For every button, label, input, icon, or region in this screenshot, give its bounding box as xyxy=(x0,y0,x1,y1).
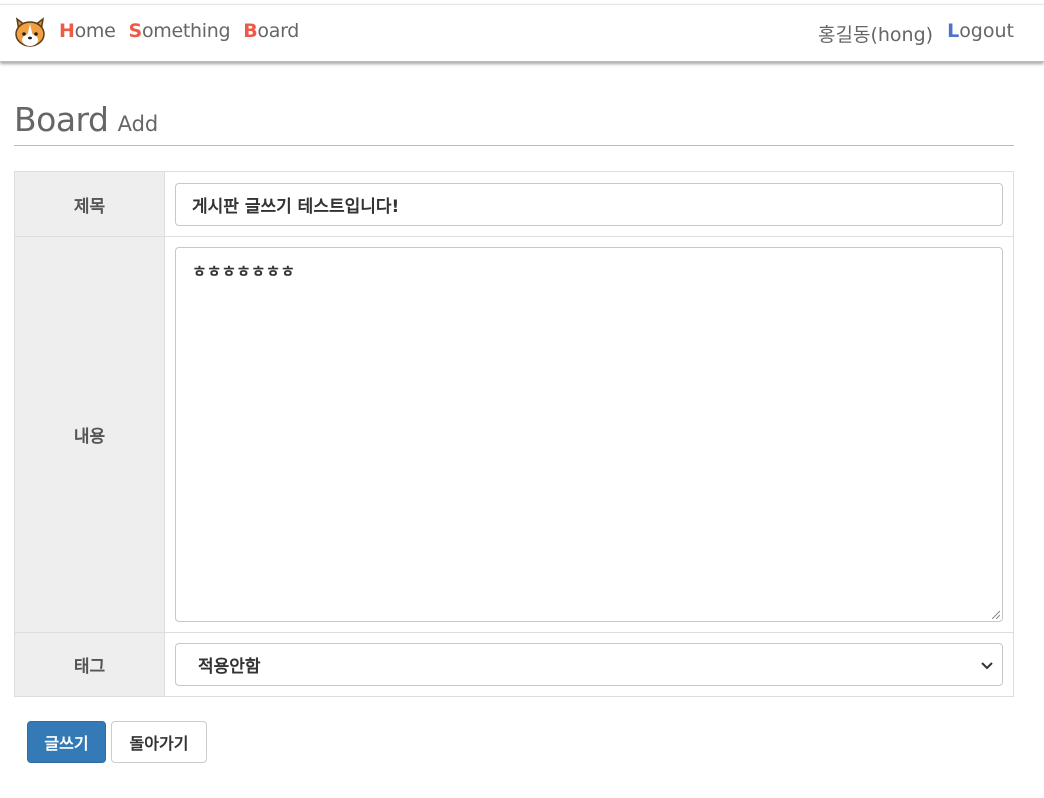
corgi-logo-icon[interactable] xyxy=(13,15,47,49)
write-button[interactable]: 글쓰기 xyxy=(27,721,106,763)
resize-handle-icon[interactable] xyxy=(990,609,1000,619)
content-field-cell: ㅎㅎㅎㅎㅎㅎㅎ xyxy=(164,236,1014,633)
nav-something-initial: S xyxy=(128,20,143,42)
title-field-cell: 게시판 글쓰기 테스트입니다! xyxy=(164,171,1014,237)
logout-initial: L xyxy=(947,20,960,42)
nav-something-rest: omething xyxy=(141,20,231,42)
user-nav: 홍길동(hong) Logout xyxy=(818,20,1014,47)
form-row-tag: 태그 적용안함 xyxy=(14,632,1014,697)
title-input[interactable]: 게시판 글쓰기 테스트입니다! xyxy=(175,182,1003,226)
nav-board-link[interactable]: Board xyxy=(243,20,299,42)
form-row-content: 내용 ㅎㅎㅎㅎㅎㅎㅎ xyxy=(14,236,1014,633)
form-row-title: 제목 게시판 글쓰기 테스트입니다! xyxy=(14,171,1014,237)
nav-board-rest: oard xyxy=(257,20,300,42)
nav-home-rest: ome xyxy=(74,20,116,42)
tag-label: 태그 xyxy=(14,632,165,697)
nav-home-initial: H xyxy=(59,20,75,42)
tag-field-cell: 적용안함 xyxy=(164,632,1014,697)
page-header: Board Add xyxy=(14,100,1014,146)
nav-home-link[interactable]: Home xyxy=(59,20,116,42)
back-button[interactable]: 돌아가기 xyxy=(111,721,207,763)
tag-selected-value: 적용안함 xyxy=(198,657,261,677)
board-add-form: 제목 게시판 글쓰기 테스트입니다! 내용 ㅎㅎㅎㅎㅎㅎㅎ 태그 적용안함 xyxy=(14,171,1014,697)
content-textarea[interactable]: ㅎㅎㅎㅎㅎㅎㅎ xyxy=(175,247,1003,622)
page-title: Board xyxy=(14,100,109,139)
tag-select[interactable]: 적용안함 xyxy=(175,643,1003,686)
nav-something-link[interactable]: Something xyxy=(129,20,231,42)
nav-board-initial: B xyxy=(243,20,258,42)
top-navbar: Home Something Board 홍길동(hong) Logout xyxy=(0,4,1044,62)
logout-rest: ogout xyxy=(959,20,1014,42)
content-label: 내용 xyxy=(14,236,165,633)
page-subtitle: Add xyxy=(117,112,159,136)
content-text: ㅎㅎㅎㅎㅎㅎㅎ xyxy=(192,262,296,281)
chevron-down-icon xyxy=(981,662,993,670)
main-nav: Home Something Board xyxy=(59,20,299,42)
title-label: 제목 xyxy=(14,171,165,237)
logout-link[interactable]: Logout xyxy=(947,20,1014,47)
user-name-link[interactable]: 홍길동(hong) xyxy=(818,20,933,47)
